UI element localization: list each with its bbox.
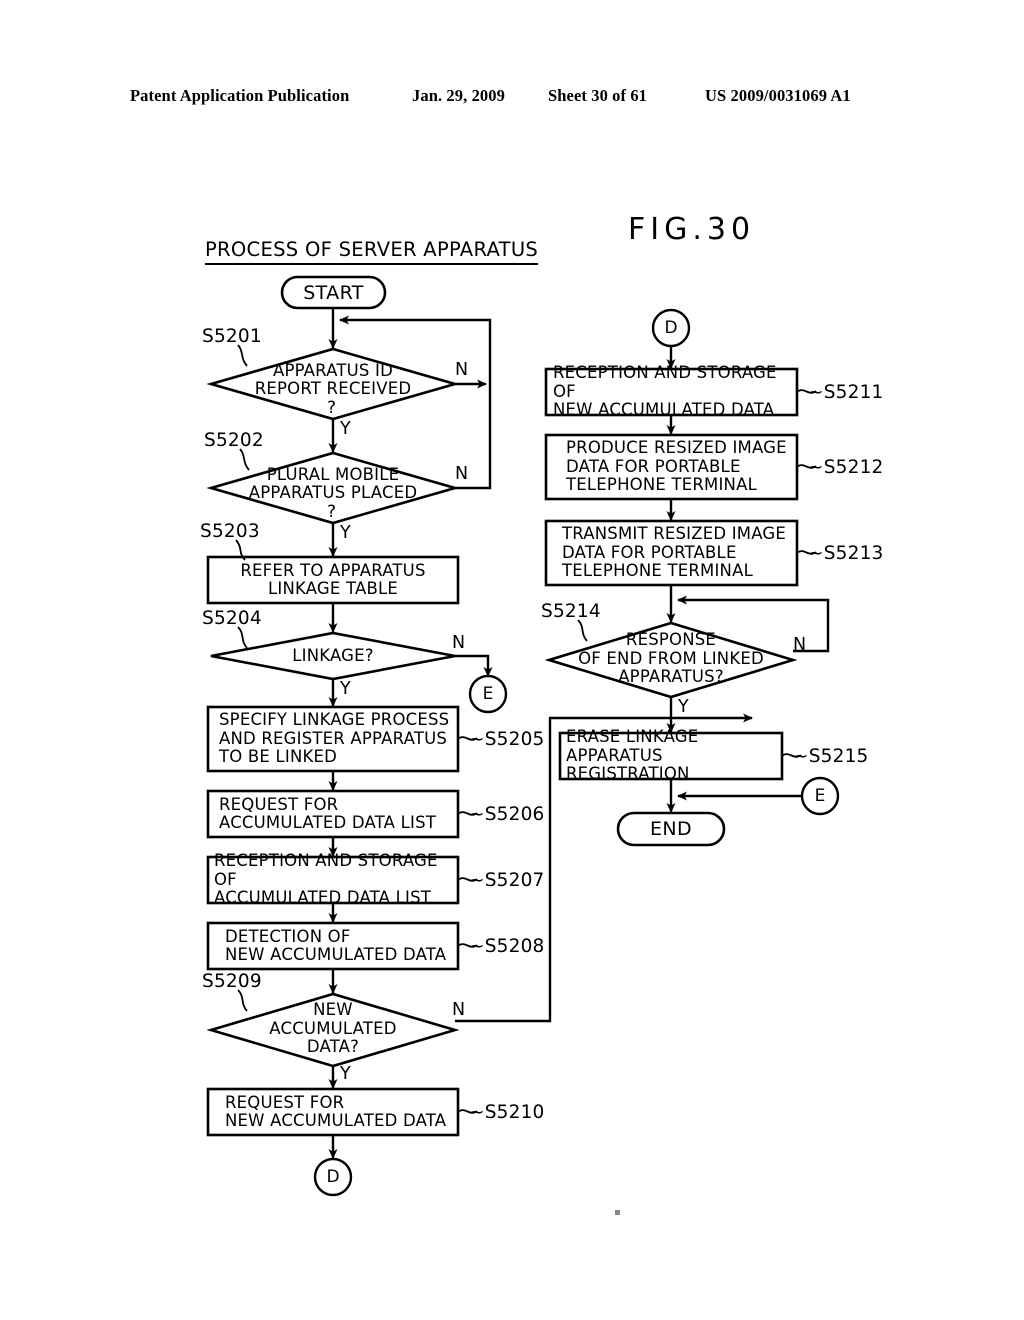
step-id-s5214: S5214: [541, 601, 601, 622]
s5205-label: SPECIFY LINKAGE PROCESS AND REGISTER APP…: [219, 710, 450, 767]
edge-s5204-no: [455, 654, 493, 677]
s5209-leader: [237, 989, 248, 1012]
branch-label-s5202-yes: Y: [340, 523, 351, 543]
s5201-question-mark: ?: [327, 398, 337, 418]
branch-label-s5202-no: N: [455, 464, 469, 484]
step-id-s5215: ~S5215: [793, 746, 869, 767]
s5211-label: RECEPTION AND STORAGE OF NEW ACCUMULATED…: [553, 363, 777, 420]
step-id-s5211: ~S5211: [808, 382, 884, 403]
connector-e-right-label: E: [814, 786, 826, 806]
s5215-label: ERASE LINKAGE APPARATUS REGISTRATION: [566, 727, 699, 784]
end-terminal-label: END: [649, 818, 693, 840]
step-id-s5205: ~S5205: [469, 729, 545, 750]
branch-label-s5201-yes: Y: [340, 419, 351, 439]
connector-d-entry-label: D: [664, 318, 678, 338]
s5201-label: APPARATUS ID REPORT RECEIVED: [254, 360, 412, 398]
branch-label-s5214-no: N: [793, 635, 807, 655]
branch-label-s5204-yes: Y: [340, 679, 351, 699]
step-id-s5210: ~S5210: [469, 1102, 545, 1123]
s5208-label: DETECTION OF NEW ACCUMULATED DATA: [225, 926, 447, 964]
connector-d-exit-label: D: [326, 1167, 340, 1187]
branch-label-s5214-yes: Y: [678, 697, 689, 717]
step-id-s5213: ~S5213: [808, 543, 884, 564]
patent-page: Patent Application Publication Jan. 29, …: [0, 0, 1024, 1320]
step-id-s5207: ~S5207: [469, 870, 545, 891]
s5204-leader: [237, 626, 248, 649]
step-id-s5206: ~S5206: [469, 804, 545, 825]
step-id-s5204: S5204: [202, 608, 262, 629]
s5203-label: REFER TO APPARATUS LINKAGE TABLE: [240, 560, 426, 598]
branch-label-s5209-no: N: [452, 1000, 466, 1020]
step-id-s5203: S5203: [200, 521, 260, 542]
scan-artifact: [615, 1210, 620, 1215]
s5206-label: REQUEST FOR ACCUMULATED DATA LIST: [219, 794, 437, 832]
s5213-label: TRANSMIT RESIZED IMAGE DATA FOR PORTABLE…: [562, 524, 787, 581]
start-terminal-label: START: [303, 281, 364, 304]
branch-label-s5209-yes: Y: [340, 1064, 351, 1084]
s5202-question-mark: ?: [327, 502, 337, 522]
step-id-s5209: S5209: [202, 971, 262, 992]
step-id-s5212: ~S5212: [808, 457, 884, 478]
s5204-label: LINKAGE?: [292, 645, 374, 665]
s5210-label: REQUEST FOR NEW ACCUMULATED DATA: [225, 1092, 447, 1130]
branch-label-s5201-no: N: [455, 360, 469, 380]
s5202-label: PLURAL MOBILE APPARATUS PLACED: [248, 464, 418, 502]
connector-e-left-label: E: [482, 684, 494, 704]
s5207-label: RECEPTION AND STORAGE OF ACCUMULATED DAT…: [214, 851, 438, 908]
step-id-s5201: S5201: [202, 326, 262, 347]
s5209-label: NEW ACCUMULATED DATA?: [269, 1000, 397, 1057]
branch-label-s5204-no: N: [452, 633, 466, 653]
s5212-label: PRODUCE RESIZED IMAGE DATA FOR PORTABLE …: [566, 438, 787, 495]
s5214-label: RESPONSE OF END FROM LINKED APPARATUS?: [578, 630, 764, 687]
step-id-s5202: S5202: [204, 430, 264, 451]
step-id-s5208: ~S5208: [469, 936, 545, 957]
